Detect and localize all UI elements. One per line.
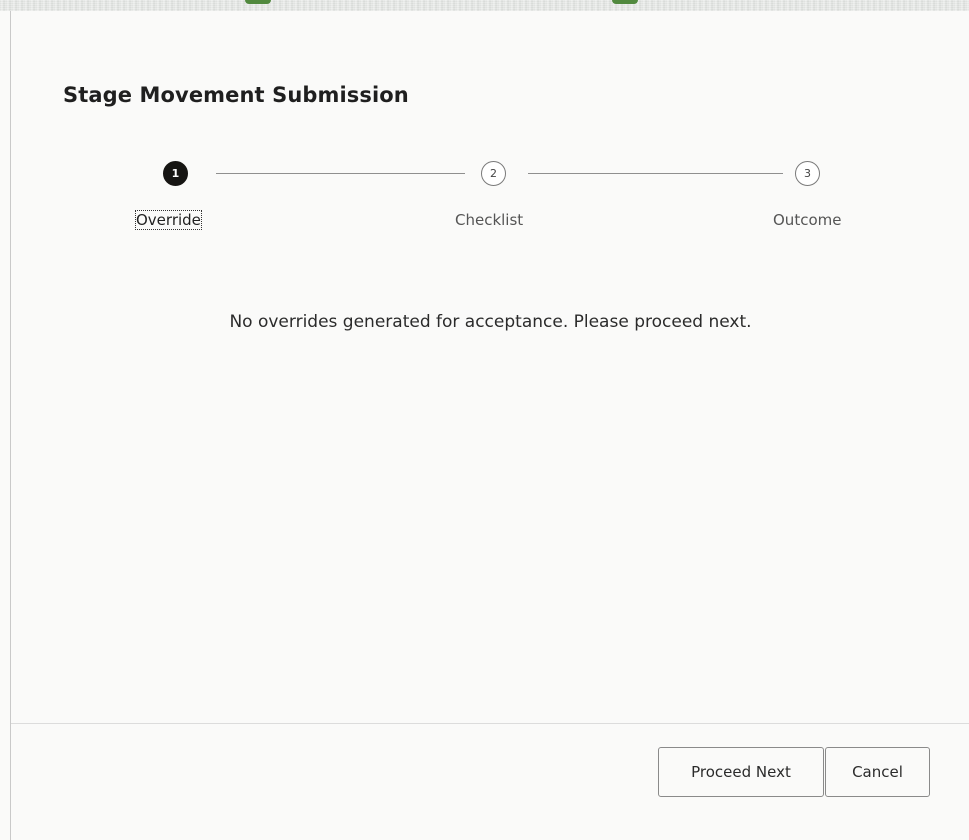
step-1-label[interactable]: Override — [135, 210, 202, 230]
background-accent-shape — [612, 0, 638, 4]
step-3-number: 3 — [804, 167, 811, 180]
background-accent-shape — [245, 0, 271, 4]
background-page-strip — [0, 0, 969, 11]
train-connector — [528, 173, 783, 174]
step-1-indicator[interactable]: 1 — [163, 161, 188, 186]
cancel-button[interactable]: Cancel — [825, 747, 930, 797]
override-message: No overrides generated for acceptance. P… — [229, 312, 752, 332]
train-connector — [216, 173, 465, 174]
step-2-indicator[interactable]: 2 — [481, 161, 506, 186]
proceed-next-button[interactable]: Proceed Next — [658, 747, 824, 797]
step-3-label[interactable]: Outcome — [773, 211, 841, 229]
stage-movement-dialog: Stage Movement Submission 1 2 3 Override… — [10, 11, 969, 840]
step-2-number: 2 — [490, 167, 497, 180]
dialog-title: Stage Movement Submission — [63, 83, 409, 107]
step-1-number: 1 — [171, 167, 180, 180]
step-train: 1 2 3 Override Checklist Outcome — [11, 161, 969, 241]
step-3-indicator[interactable]: 3 — [795, 161, 820, 186]
footer-divider — [11, 723, 969, 724]
step-2-label[interactable]: Checklist — [455, 211, 523, 229]
